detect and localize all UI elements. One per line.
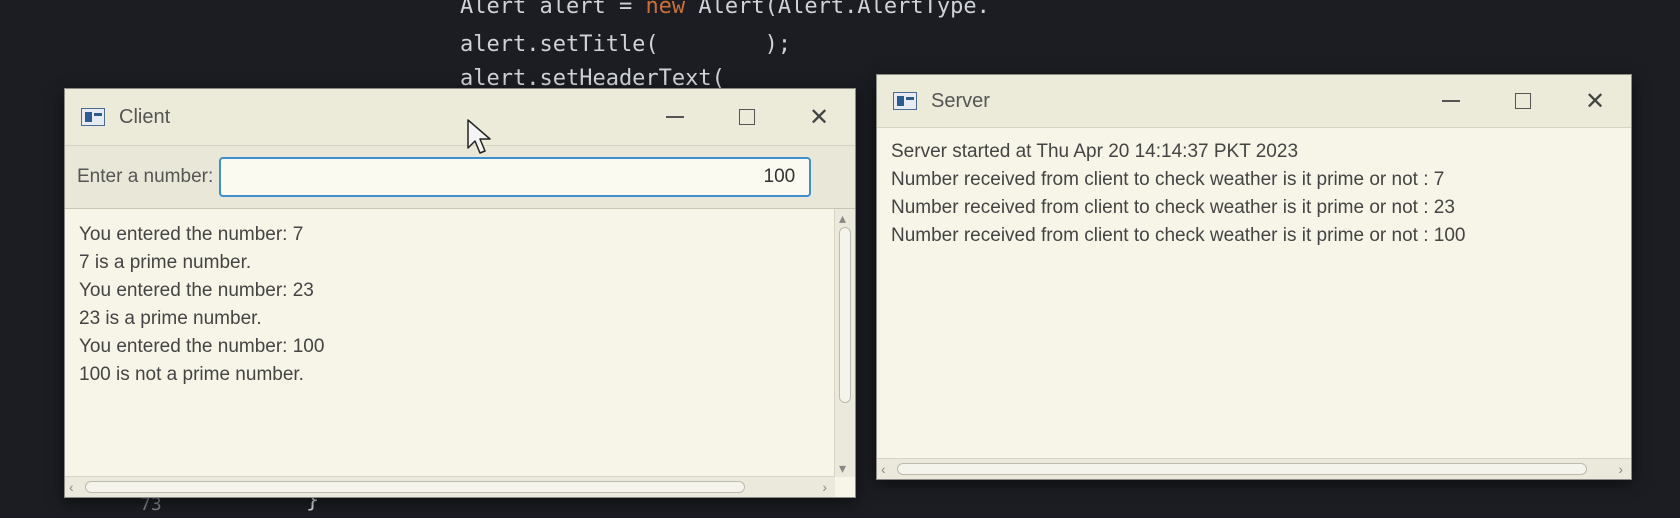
maximize-button[interactable] [711, 89, 783, 145]
minimize-icon [1442, 100, 1460, 102]
minimize-button[interactable] [639, 89, 711, 145]
scroll-left-icon[interactable]: ‹ [881, 462, 886, 476]
client-horizontal-scroll-thumb[interactable] [85, 481, 745, 493]
close-icon: ✕ [808, 103, 830, 131]
maximize-icon [739, 109, 755, 125]
output-line: 100 is not a prime number. [79, 364, 304, 385]
server-window: Server ✕ Server started at Thu Apr 20 14… [876, 74, 1632, 480]
close-icon: ✕ [1584, 87, 1606, 115]
client-window: Client ✕ Enter a number: You entered the… [64, 88, 856, 498]
scroll-down-icon[interactable]: ▾ [839, 461, 846, 475]
client-window-title: Client [119, 105, 171, 128]
number-input-row: Enter a number: [65, 146, 855, 209]
server-log-lines: Server started at Thu Apr 20 14:14:37 PK… [891, 138, 1465, 250]
code-line-alert: Alert alert = new Alert(Alert.AlertType. [460, 0, 990, 19]
server-titlebar[interactable]: Server ✕ [877, 75, 1631, 128]
scroll-right-icon[interactable]: › [1618, 462, 1623, 476]
client-output-lines: You entered the number: 7 7 is a prime n… [79, 221, 324, 389]
server-horizontal-scroll-thumb[interactable] [897, 463, 1587, 475]
maximize-button[interactable] [1487, 75, 1559, 127]
maximize-icon [1515, 93, 1531, 109]
app-window-icon [893, 92, 917, 110]
log-line: Number received from client to check wea… [891, 169, 1445, 190]
close-button[interactable]: ✕ [1559, 75, 1631, 127]
app-window-icon [81, 108, 105, 126]
output-line: 7 is a prime number. [79, 252, 252, 273]
minimize-button[interactable] [1415, 75, 1487, 127]
code-line-settitle: alert.setTitle( ); [460, 32, 792, 57]
client-output-area[interactable]: You entered the number: 7 7 is a prime n… [65, 209, 855, 497]
server-horizontal-scrollbar[interactable]: ‹ › [877, 458, 1631, 479]
output-line: You entered the number: 7 [79, 224, 304, 245]
log-line: Server started at Thu Apr 20 14:14:37 PK… [891, 141, 1299, 162]
server-log-area[interactable]: Server started at Thu Apr 20 14:14:37 PK… [877, 128, 1631, 479]
server-window-title: Server [931, 89, 990, 112]
scroll-left-icon[interactable]: ‹ [69, 480, 74, 494]
number-input-label: Enter a number: [77, 166, 214, 187]
client-vertical-scrollbar[interactable]: ▴ ▾ [834, 209, 855, 477]
mouse-pointer-icon [467, 119, 491, 154]
log-line: Number received from client to check wea… [891, 225, 1466, 246]
close-button[interactable]: ✕ [783, 89, 855, 145]
log-line: Number received from client to check wea… [891, 197, 1455, 218]
client-titlebar[interactable]: Client ✕ [65, 89, 855, 146]
output-line: 23 is a prime number. [79, 308, 262, 329]
output-line: You entered the number: 100 [79, 336, 325, 357]
client-vertical-scroll-thumb[interactable] [839, 227, 851, 403]
output-line: You entered the number: 23 [79, 280, 314, 301]
minimize-icon [666, 116, 684, 118]
scroll-up-icon[interactable]: ▴ [839, 211, 846, 225]
number-input[interactable] [219, 157, 812, 197]
scroll-right-icon[interactable]: › [822, 480, 827, 494]
client-horizontal-scrollbar[interactable]: ‹ › [65, 476, 835, 497]
